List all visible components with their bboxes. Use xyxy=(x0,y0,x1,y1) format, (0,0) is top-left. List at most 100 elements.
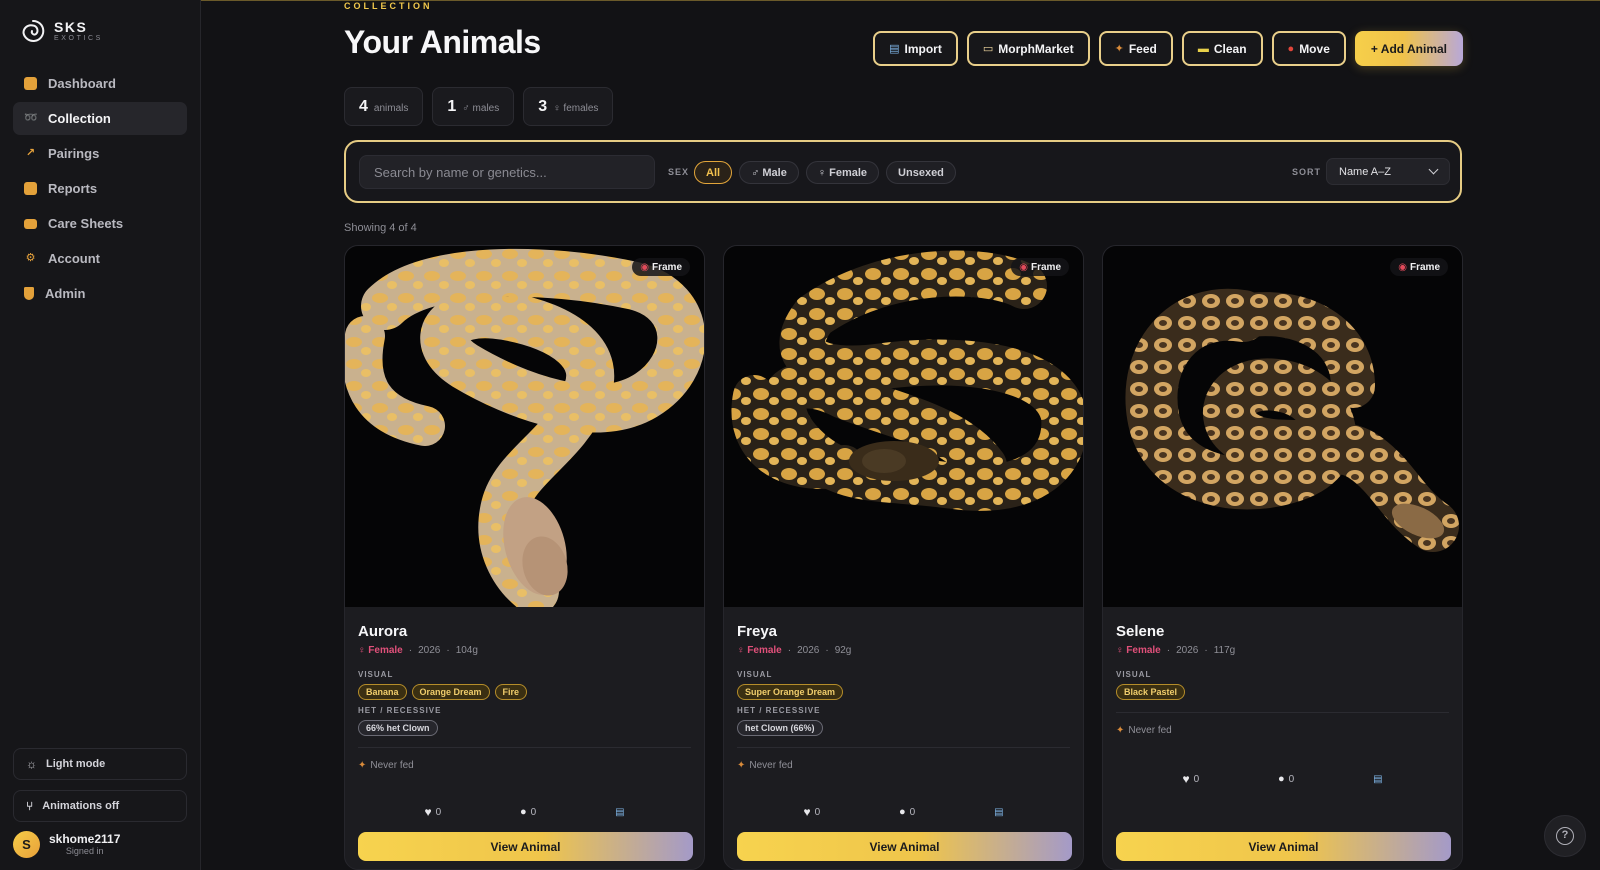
sidebar-item-account[interactable]: ⚙ Account xyxy=(13,242,187,275)
sidebar-item-reports[interactable]: Reports xyxy=(13,172,187,205)
gene-tag: Fire xyxy=(494,684,528,700)
light-mode-label: Light mode xyxy=(46,758,106,770)
avatar: S xyxy=(13,831,40,858)
animal-card[interactable]: ◉ Frame Freya ♀ Female · 2026 · 92g VISUAL… xyxy=(723,245,1084,870)
brand-subtitle: EXOTICS xyxy=(54,35,103,42)
gene-tag: Super Orange Dream xyxy=(737,684,844,700)
stat-animals: 4 animals xyxy=(344,87,424,126)
animation-icon: ⑂ xyxy=(26,799,34,813)
user-profile[interactable]: S skhome2117 Signed in xyxy=(13,831,120,858)
sidebar-item-collection[interactable]: ➿ Collection xyxy=(13,102,187,135)
clean-label: Clean xyxy=(1213,41,1247,56)
stat-label: animals xyxy=(373,103,409,114)
feeding-text: Never fed xyxy=(370,760,414,771)
inbox-tray-icon: ▤ xyxy=(889,43,900,55)
feeding-text: Never fed xyxy=(749,760,793,771)
comment-button[interactable]: ● 0 xyxy=(520,805,536,819)
animal-sex: ♀ Female xyxy=(737,645,782,656)
frame-label: Frame xyxy=(1409,261,1440,273)
animal-sex: ♀ Female xyxy=(358,645,403,656)
sidebar-item-dashboard[interactable]: Dashboard xyxy=(13,67,187,100)
like-button[interactable]: ♥ 0 xyxy=(803,805,820,819)
export-button[interactable]: ▤ xyxy=(994,805,1003,819)
card-reactions: ♥ 0 ● 0 ▤ xyxy=(724,805,1083,819)
sidebar-item-admin[interactable]: Admin xyxy=(13,277,187,310)
snake-photo-aurora xyxy=(345,248,704,607)
animal-sex: ♀ Female xyxy=(1116,645,1161,656)
het-label: HET / RECESSIVE xyxy=(737,706,821,715)
import-button[interactable]: ▤ Import xyxy=(873,31,958,66)
user-name: skhome2117 xyxy=(49,832,121,846)
sort-value: Name A–Z xyxy=(1339,165,1391,178)
help-button[interactable]: ? xyxy=(1544,815,1586,857)
filter-bar: SEX All ♂ Male ♀ Female Unsexed SORT Nam… xyxy=(344,140,1462,203)
snake-photo-selene xyxy=(1125,288,1459,552)
sidebar-item-label: Dashboard xyxy=(48,76,116,91)
het-tag: het Clown (66%) xyxy=(737,720,823,736)
comment-button[interactable]: ● 0 xyxy=(899,805,915,819)
pin-icon: ● xyxy=(1287,42,1295,55)
animal-photo: ◉ Frame xyxy=(1103,246,1462,607)
frame-label: Frame xyxy=(1030,261,1061,273)
light-mode-toggle[interactable]: ☼ Light mode xyxy=(13,748,187,780)
frame-icon: ◉ xyxy=(640,261,649,273)
inbox-tray-icon: ▤ xyxy=(615,806,625,818)
stat-females: 3 ♀ females xyxy=(523,87,614,126)
export-button[interactable]: ▤ xyxy=(615,805,624,819)
sort-select[interactable]: Name A–Z xyxy=(1326,158,1450,185)
comment-icon: ● xyxy=(520,806,527,818)
feed-button[interactable]: ✦ Feed xyxy=(1098,31,1173,66)
reports-icon xyxy=(24,182,37,195)
sidebar-item-label: Account xyxy=(48,251,100,266)
clean-button[interactable]: ▬ Clean xyxy=(1181,31,1263,66)
animal-card[interactable]: ◉ Frame Aurora ♀ Female · 2026 · 104g VISU… xyxy=(344,245,705,870)
sex-filter-female[interactable]: ♀ Female xyxy=(805,161,880,184)
sun-icon: ☼ xyxy=(26,757,37,771)
animal-meta: ♀ Female · 2026 · 117g xyxy=(1116,645,1236,656)
sex-filter-all[interactable]: All xyxy=(694,161,733,184)
view-animal-button[interactable]: View Animal xyxy=(1116,832,1451,861)
drumstick-icon: ✦ xyxy=(737,760,746,771)
visual-tags: Black Pastel xyxy=(1116,684,1449,700)
snake-icon: ➿ xyxy=(24,112,38,124)
move-button[interactable]: ● Move xyxy=(1271,31,1346,66)
animal-year: 2026 xyxy=(1176,645,1199,656)
like-button[interactable]: ♥ 0 xyxy=(1182,772,1199,786)
visual-tags: Banana Orange Dream Fire xyxy=(358,684,691,700)
brand-logo[interactable]: SKS EXOTICS xyxy=(20,18,103,44)
sidebar-item-pairings[interactable]: ↗ Pairings xyxy=(13,137,187,170)
frame-icon: ◉ xyxy=(1019,261,1028,273)
ticket-icon: ▭ xyxy=(982,43,994,55)
heart-icon: ♥ xyxy=(803,805,811,819)
morphmarket-label: MorphMarket xyxy=(998,41,1074,56)
action-bar: ▤ Import ▭ MorphMarket ✦ Feed ▬ Clean ● … xyxy=(873,31,1463,66)
like-button[interactable]: ♥ 0 xyxy=(424,805,441,819)
animal-card[interactable]: ◉ Frame Selene ♀ Female · 2026 · 117g VISU… xyxy=(1102,245,1463,870)
stat-males: 1 ♂ males xyxy=(432,87,515,126)
gear-icon: ⚙ xyxy=(25,252,36,264)
top-border xyxy=(0,0,1600,1)
drumstick-icon: ✦ xyxy=(1116,725,1125,736)
import-label: Import xyxy=(904,41,942,56)
export-button[interactable]: ▤ xyxy=(1373,772,1382,786)
comment-icon: ● xyxy=(1278,773,1285,785)
frame-badge: ◉ Frame xyxy=(632,258,690,276)
view-animal-button[interactable]: View Animal xyxy=(358,832,693,861)
chevron-down-icon xyxy=(1428,164,1439,175)
comment-button[interactable]: ● 0 xyxy=(1278,772,1294,786)
frame-badge: ◉ Frame xyxy=(1390,258,1448,276)
sidebar-nav: Dashboard ➿ Collection ↗ Pairings Report… xyxy=(13,67,187,312)
sponge-icon: ▬ xyxy=(1197,42,1209,55)
drumstick-icon: ✦ xyxy=(1114,43,1124,55)
sex-filter-unsexed[interactable]: Unsexed xyxy=(886,161,956,184)
sidebar-item-care-sheets[interactable]: Care Sheets xyxy=(13,207,187,240)
view-animal-button[interactable]: View Animal xyxy=(737,832,1072,861)
animations-toggle[interactable]: ⑂ Animations off xyxy=(13,790,187,822)
search-input[interactable] xyxy=(359,155,655,189)
morphmarket-button[interactable]: ▭ MorphMarket xyxy=(966,31,1090,66)
page-title: Your Animals xyxy=(344,24,541,60)
frame-badge: ◉ Frame xyxy=(1011,258,1069,276)
sex-filter-male[interactable]: ♂ Male xyxy=(739,161,799,184)
add-animal-button[interactable]: + Add Animal xyxy=(1354,31,1463,66)
card-reactions: ♥ 0 ● 0 ▤ xyxy=(1103,772,1462,786)
